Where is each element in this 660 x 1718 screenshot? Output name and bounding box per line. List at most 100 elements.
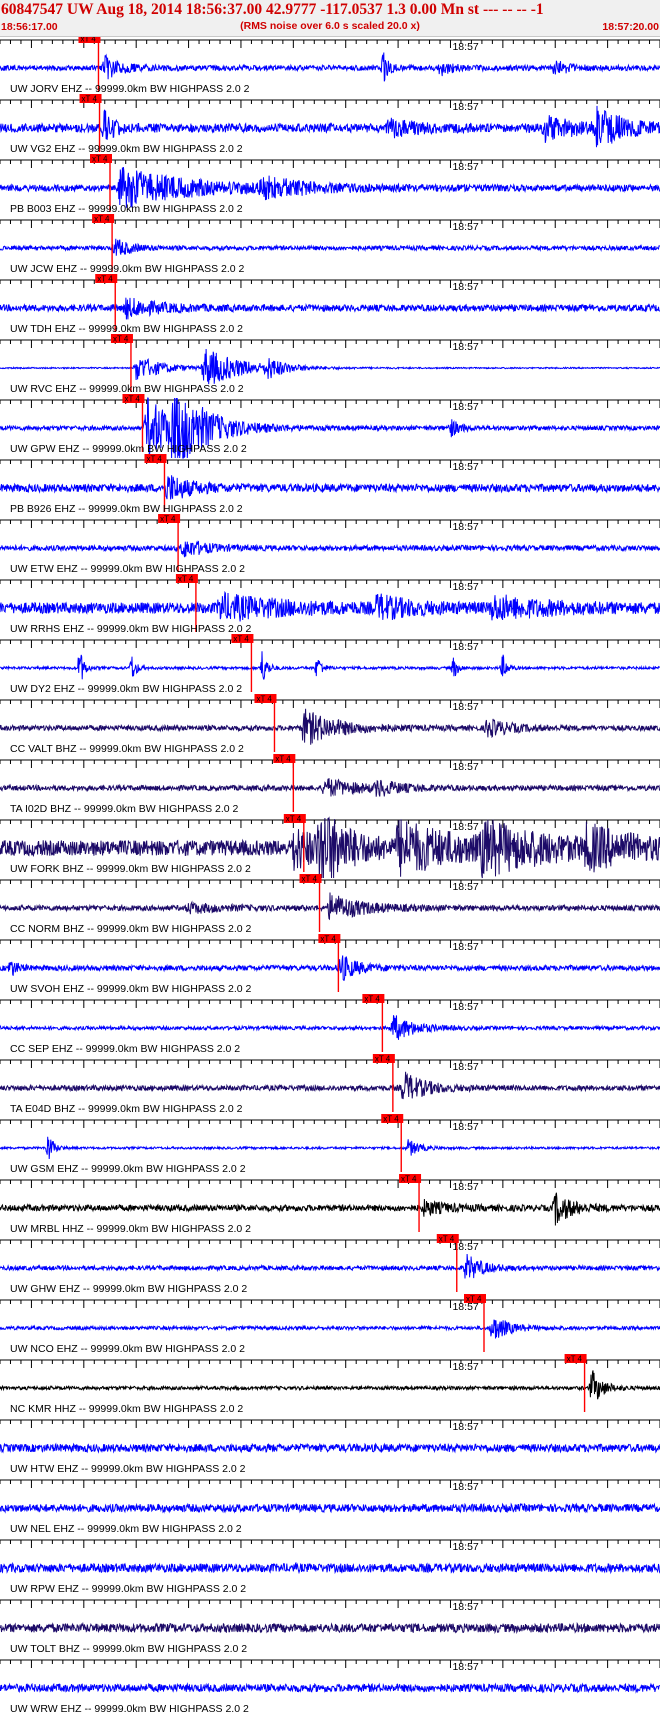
station-label: PB B926 EHZ -- 99999.0km BW HIGHPASS 2.0… (10, 503, 243, 515)
station-label: UW GPW EHZ -- 99999.0km BW HIGHPASS 2.0 … (10, 443, 247, 455)
station-label: UW HTW EHZ -- 99999.0km BW HIGHPASS 2.0 … (10, 1463, 246, 1475)
minute-label: 18:57 (452, 1061, 478, 1073)
trace-row: 18:57 xT 4 CC SEP EHZ -- 99999.0km BW HIGH… (0, 994, 660, 1055)
minute-label: 18:57 (452, 1601, 478, 1613)
pick-label: xT 4 (401, 1175, 417, 1184)
start-time: 18:56:17.00 (1, 21, 58, 33)
pick-label: xT 4 (567, 1355, 583, 1364)
minute-label: 18:57 (452, 1361, 478, 1373)
minute-label: 18:57 (452, 761, 478, 773)
trace-row: 18:57 UW RPW EHZ -- 99999.0km BW HIGHPASS… (0, 1539, 660, 1595)
pick-label: xT 4 (124, 395, 140, 404)
trace-row: 18:57 xT 4 PB B003 EHZ -- 99999.0km BW HIG… (0, 154, 660, 215)
end-time: 18:57:20.00 (602, 21, 659, 33)
waveform-trace (0, 1015, 660, 1040)
trace-row: 18:57 xT 4 UW VG2 EHZ -- 99999.0km BW HIGH… (0, 94, 660, 155)
pick-label: xT 4 (113, 335, 129, 344)
minute-label: 18:57 (452, 1661, 478, 1673)
plot-header: 60847547 UW Aug 18, 2014 18:56:37.00 42.… (0, 0, 660, 37)
rms-noise-note: (RMS noise over 6.0 s scaled 20.0 x) (240, 20, 420, 32)
pick-label: xT 4 (466, 1295, 482, 1304)
minute-label: 18:57 (452, 1181, 478, 1193)
trace-row: 18:57 xT 4 UW DY2 EHZ -- 99999.0km BW HIGH… (0, 634, 660, 695)
waveform-trace (0, 708, 660, 745)
minute-label: 18:57 (452, 881, 478, 893)
trace-row: 18:57 xT 4 UW RRHS EHZ -- 99999.0km BW HIG… (0, 574, 660, 635)
station-label: UW TOLT BHZ -- 99999.0km BW HIGHPASS 2.0… (10, 1643, 247, 1655)
waveform-trace (0, 1561, 660, 1575)
waveform-trace (0, 1136, 660, 1160)
trace-row: 18:57 xT 4 UW JCW EHZ -- 99999.0km BW HIGH… (0, 214, 660, 275)
minute-label: 18:57 (452, 221, 478, 233)
minute-label: 18:57 (452, 641, 478, 653)
minute-label: 18:57 (452, 701, 478, 713)
trace-row: 18:57 xT 4 UW RVC EHZ -- 99999.0km BW HIGH… (0, 334, 660, 395)
pick-label: xT 4 (375, 1055, 391, 1064)
station-label: PB B003 EHZ -- 99999.0km BW HIGHPASS 2.0… (10, 203, 243, 215)
trace-row: 18:57 UW HTW EHZ -- 99999.0km BW HIGHPASS… (0, 1419, 660, 1475)
trace-row: 18:57 xT 4 UW FORK BHZ -- 99999.0km BW HIG… (0, 814, 660, 879)
station-label: UW MRBL HHZ -- 99999.0km BW HIGHPASS 2.0… (10, 1223, 251, 1235)
minute-label: 18:57 (452, 461, 478, 473)
waveform-trace (0, 1253, 660, 1279)
trace-row: 18:57 xT 4 TA I02D BHZ -- 99999.0km BW HIG… (0, 754, 660, 815)
waveform-trace (0, 1621, 660, 1635)
station-label: UW RPW EHZ -- 99999.0km BW HIGHPASS 2.0 … (10, 1583, 246, 1595)
minute-label: 18:57 (452, 341, 478, 353)
pick-label: xT 4 (383, 1115, 399, 1124)
station-label: NC KMR HHZ -- 99999.0km BW HIGHPASS 2.0 … (10, 1403, 243, 1415)
trace-row: 18:57 xT 4 CC VALT BHZ -- 99999.0km BW HIG… (0, 694, 660, 755)
waveform-trace (0, 892, 660, 921)
minute-label: 18:57 (452, 281, 478, 293)
station-label: CC VALT BHZ -- 99999.0km BW HIGHPASS 2.0… (10, 743, 244, 755)
station-label: TA I02D BHZ -- 99999.0km BW HIGHPASS 2.0… (10, 803, 239, 815)
station-label: UW WRW EHZ -- 99999.0km BW HIGHPASS 2.0 … (10, 1703, 249, 1715)
waveform-trace (0, 540, 660, 558)
trace-row: 18:57 xT 4 UW MRBL HHZ -- 99999.0km BW HIG… (0, 1174, 660, 1235)
station-label: UW JCW EHZ -- 99999.0km BW HIGHPASS 2.0 … (10, 263, 245, 275)
waveform-trace (0, 1682, 660, 1694)
pick-label: xT 4 (364, 995, 380, 1004)
minute-label: 18:57 (452, 1541, 478, 1553)
event-title: 60847547 UW Aug 18, 2014 18:56:37.00 42.… (1, 1, 544, 18)
minute-label: 18:57 (452, 101, 478, 113)
waveform-trace (0, 651, 660, 680)
minute-label: 18:57 (452, 941, 478, 953)
minute-label: 18:57 (452, 1121, 478, 1133)
waveform-trace (0, 297, 660, 320)
minute-label: 18:57 (452, 581, 478, 593)
trace-row: 18:57xT 4UW GHW EHZ -- 99999.0km BW HIGH… (0, 1234, 660, 1295)
station-label: UW NEL EHZ -- 99999.0km BW HIGHPASS 2.0 … (10, 1523, 242, 1535)
station-label: UW DY2 EHZ -- 99999.0km BW HIGHPASS 2.0 … (10, 683, 242, 695)
station-label: UW JORV EHZ -- 99999.0km BW HIGHPASS 2.0… (10, 83, 250, 95)
pick-label: xT 4 (160, 515, 176, 524)
waveform-trace (0, 475, 660, 500)
station-label: UW SVOH EHZ -- 99999.0km BW HIGHPASS 2.0… (10, 983, 252, 995)
minute-label: 18:57 (452, 1421, 478, 1433)
trace-row: 18:57 xT 4 NC KMR HHZ -- 99999.0km BW HIGH… (0, 1354, 660, 1415)
station-label: CC SEP EHZ -- 99999.0km BW HIGHPASS 2.0 … (10, 1043, 240, 1055)
minute-label: 18:57 (452, 521, 478, 533)
pick-label: xT 4 (275, 755, 291, 764)
trace-row: 18:57 UW WRW EHZ -- 99999.0km BW HIGHPASS… (0, 1659, 660, 1715)
pick-label: xT 4 (302, 875, 318, 884)
trace-row: 18:57 xT 4 UW GPW EHZ -- 99999.0km BW HIGH… (0, 394, 660, 459)
pick-label: xT 4 (233, 635, 249, 644)
waveform-trace (0, 348, 660, 385)
waveform-trace (0, 1319, 660, 1339)
minute-label: 18:57 (452, 41, 478, 53)
trace-row: 18:57 xT 4 TA E04D BHZ -- 99999.0km BW HIG… (0, 1054, 660, 1115)
station-label: TA E04D BHZ -- 99999.0km BW HIGHPASS 2.0… (10, 1103, 243, 1115)
pick-label: xT 4 (286, 815, 302, 824)
pick-label: xT 4 (178, 575, 194, 584)
pick-label: xT 4 (97, 275, 113, 284)
minute-label: 18:57 (452, 161, 478, 173)
trace-row: 18:57 xT 4 UW SVOH EHZ -- 99999.0km BW HIG… (0, 934, 660, 995)
trace-row: 18:57xT 4UW NCO EHZ -- 99999.0km BW HIGH… (0, 1294, 660, 1355)
station-label: UW FORK BHZ -- 99999.0km BW HIGHPASS 2.0… (10, 863, 251, 875)
pick-label: xT 4 (94, 215, 110, 224)
waveform-trace (0, 167, 660, 208)
minute-label: 18:57 (452, 1481, 478, 1493)
trace-row: 18:57 xT 4 CC NORM BHZ -- 99999.0km BW HIG… (0, 874, 660, 935)
waveform-trace (0, 1071, 660, 1100)
